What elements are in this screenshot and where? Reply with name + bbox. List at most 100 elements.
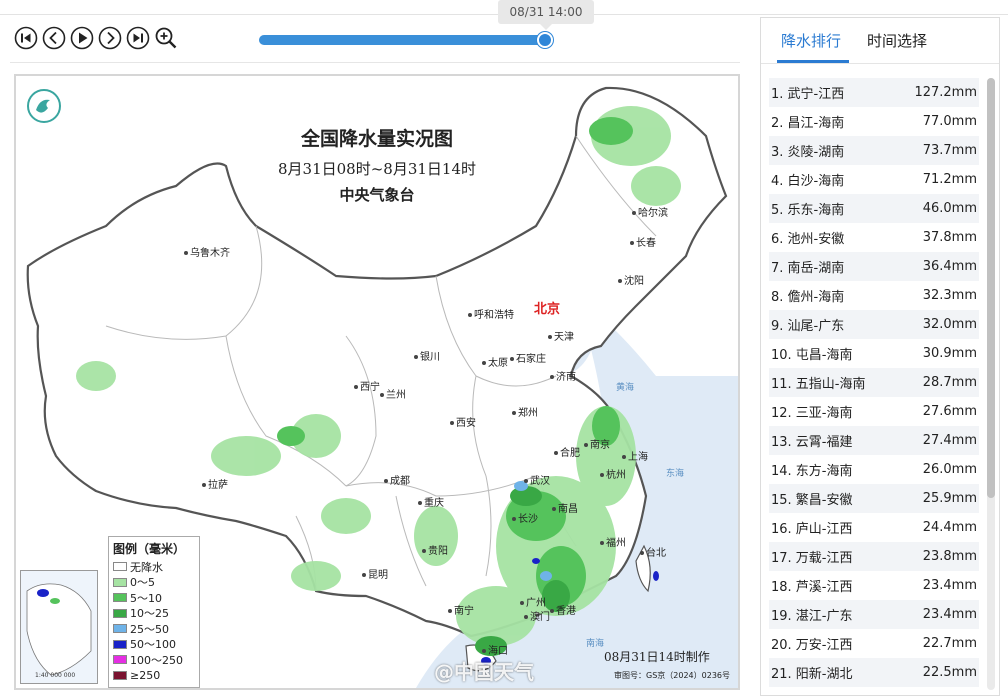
ranking-value: 46.0mm bbox=[922, 201, 977, 216]
legend-item: ≥250 bbox=[113, 668, 195, 684]
ranking-value: 77.0mm bbox=[922, 114, 977, 129]
city-dot-icon bbox=[548, 335, 552, 339]
play-button[interactable] bbox=[70, 26, 94, 50]
ranking-row[interactable]: 14. 东方-海南 26.0mm bbox=[769, 455, 979, 484]
ranking-value: 127.2mm bbox=[914, 85, 977, 100]
ranking-station: 19. 湛江-广东 bbox=[771, 609, 853, 624]
city-label: 哈尔滨 bbox=[632, 204, 668, 219]
ranking-row[interactable]: 13. 云霄-福建 27.4mm bbox=[769, 426, 979, 455]
first-frame-button[interactable] bbox=[14, 26, 38, 50]
ranking-row[interactable]: 15. 繁昌-安徽 25.9mm bbox=[769, 484, 979, 513]
city-label: 银川 bbox=[414, 348, 440, 363]
ranking-row[interactable]: 16. 庐山-江西 24.4mm bbox=[769, 513, 979, 542]
city-label: 郑州 bbox=[512, 404, 538, 419]
legend-title: 图例（毫米） bbox=[113, 542, 186, 556]
city-label: 南宁 bbox=[448, 602, 474, 617]
previous-frame-button[interactable] bbox=[42, 26, 66, 50]
legend-item: 无降水 bbox=[113, 559, 195, 575]
zoom-in-icon bbox=[155, 27, 177, 49]
city-label: 南昌 bbox=[552, 500, 578, 515]
legend-swatch bbox=[113, 639, 127, 649]
city-label: 乌鲁木齐 bbox=[184, 244, 230, 259]
ranking-row[interactable]: 20. 万安-江西 22.7mm bbox=[769, 629, 979, 658]
ranking-station: 11. 五指山-海南 bbox=[771, 377, 866, 392]
tab-precipitation-ranking[interactable]: 降水排行 bbox=[781, 30, 841, 51]
legend-swatch bbox=[113, 562, 127, 572]
city-dot-icon bbox=[184, 251, 188, 255]
city-label: 济南 bbox=[550, 368, 576, 383]
legend-item: 100～250 bbox=[113, 652, 195, 668]
slider-handle[interactable] bbox=[537, 32, 554, 48]
legend-label: ≥250 bbox=[130, 668, 161, 682]
ranking-row[interactable]: 17. 万载-江西 23.8mm bbox=[769, 542, 979, 571]
city-label: 沈阳 bbox=[618, 272, 644, 287]
legend-label: 100～250 bbox=[130, 653, 183, 667]
ranking-row[interactable]: 11. 五指山-海南 28.7mm bbox=[769, 368, 979, 397]
ranking-scrollbar[interactable] bbox=[987, 78, 995, 690]
ranking-station: 16. 庐山-江西 bbox=[771, 522, 853, 537]
city-dot-icon bbox=[584, 443, 588, 447]
tab-time-select[interactable]: 时间选择 bbox=[867, 30, 927, 51]
ranking-row[interactable]: 19. 湛江-广东 23.4mm bbox=[769, 600, 979, 629]
south-china-sea-inset: 1:40 000 000 bbox=[20, 570, 98, 684]
ranking-row[interactable]: 5. 乐东-海南 46.0mm bbox=[769, 194, 979, 223]
ranking-row[interactable]: 3. 炎陵-湖南 73.7mm bbox=[769, 136, 979, 165]
zoom-in-button[interactable] bbox=[154, 26, 178, 50]
ranking-station: 14. 东方-海南 bbox=[771, 464, 853, 479]
ranking-station: 12. 三亚-海南 bbox=[771, 406, 853, 421]
ranking-row[interactable]: 18. 芦溪-江西 23.4mm bbox=[769, 571, 979, 600]
city-capital: 北京 bbox=[534, 302, 561, 317]
city-dot-icon bbox=[622, 455, 626, 459]
ranking-value: 27.6mm bbox=[922, 404, 977, 419]
legend-label: 0～5 bbox=[130, 576, 155, 590]
city-dot-icon bbox=[640, 551, 644, 555]
city-dot-icon bbox=[414, 355, 418, 359]
ranking-row[interactable]: 7. 南岳-湖南 36.4mm bbox=[769, 252, 979, 281]
ranking-value: 25.9mm bbox=[922, 491, 977, 506]
next-frame-button[interactable] bbox=[98, 26, 122, 50]
city-label: 武汉 bbox=[524, 472, 550, 487]
ranking-row[interactable]: 9. 汕尾-广东 32.0mm bbox=[769, 310, 979, 339]
ranking-value: 28.7mm bbox=[922, 375, 977, 390]
ranking-value: 23.4mm bbox=[922, 607, 977, 622]
city-label: 呼和浩特 bbox=[468, 306, 514, 321]
ranking-value: 32.3mm bbox=[922, 288, 977, 303]
city-label: 上海 bbox=[622, 448, 648, 463]
legend-label: 50～100 bbox=[130, 638, 176, 652]
city-dot-icon bbox=[600, 541, 604, 545]
city-dot-icon bbox=[512, 517, 516, 521]
ranking-value: 36.4mm bbox=[922, 259, 977, 274]
ranking-row[interactable]: 10. 屯昌-海南 30.9mm bbox=[769, 339, 979, 368]
city-dot-icon bbox=[510, 357, 514, 361]
legend-swatch bbox=[113, 624, 127, 634]
city-label: 重庆 bbox=[418, 494, 444, 509]
legend-label: 无降水 bbox=[130, 560, 163, 574]
city-label: 兰州 bbox=[380, 386, 406, 401]
ranking-station: 7. 南岳-湖南 bbox=[771, 261, 845, 276]
skip-to-start-icon bbox=[14, 26, 38, 50]
ranking-row[interactable]: 8. 儋州-海南 32.3mm bbox=[769, 281, 979, 310]
ranking-row[interactable]: 4. 白沙-海南 71.2mm bbox=[769, 165, 979, 194]
map-organization: 中央气象台 bbox=[339, 186, 415, 204]
ranking-row[interactable]: 2. 昌江-海南 77.0mm bbox=[769, 107, 979, 136]
city-dot-icon bbox=[380, 393, 384, 397]
city-label: 广州 bbox=[520, 594, 546, 609]
scrollbar-thumb[interactable] bbox=[987, 78, 995, 498]
legend-label: 25～50 bbox=[130, 622, 169, 636]
city-dot-icon bbox=[448, 609, 452, 613]
ranking-station: 2. 昌江-海南 bbox=[771, 116, 845, 131]
weibo-watermark: @中国天气 bbox=[434, 660, 534, 684]
ranking-row[interactable]: 12. 三亚-海南 27.6mm bbox=[769, 397, 979, 426]
city-dot-icon bbox=[512, 411, 516, 415]
ranking-row[interactable]: 6. 池州-安徽 37.8mm bbox=[769, 223, 979, 252]
time-slider[interactable] bbox=[259, 32, 554, 48]
city-label: 福州 bbox=[600, 534, 626, 549]
city-label: 贵阳 bbox=[422, 542, 448, 557]
city-dot-icon bbox=[520, 601, 524, 605]
legend-swatch bbox=[113, 577, 127, 587]
city-label: 长春 bbox=[630, 234, 656, 249]
city-dot-icon bbox=[468, 313, 472, 317]
ranking-row[interactable]: 21. 阳新-湖北 22.5mm bbox=[769, 658, 979, 687]
last-frame-button[interactable] bbox=[126, 26, 150, 50]
ranking-row[interactable]: 1. 武宁-江西 127.2mm bbox=[769, 78, 979, 107]
